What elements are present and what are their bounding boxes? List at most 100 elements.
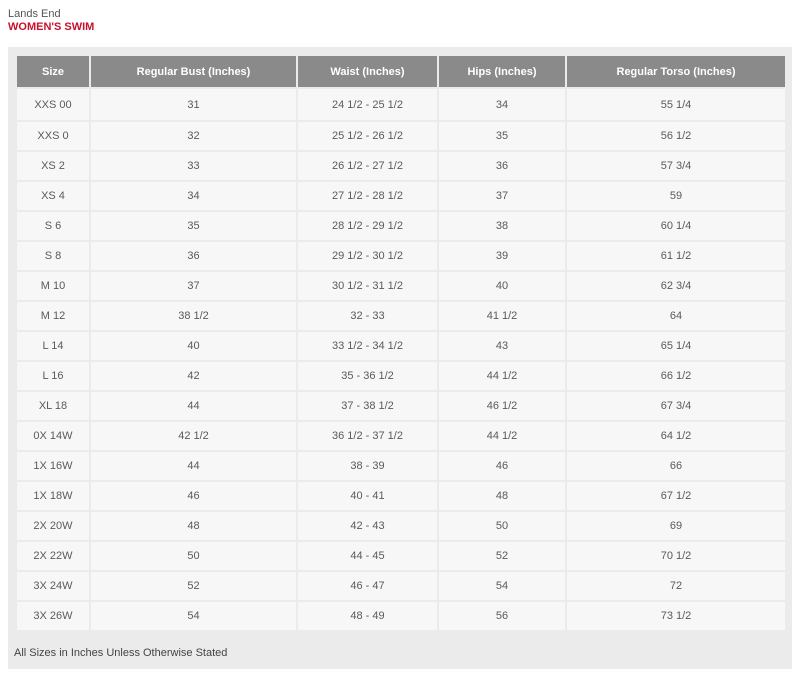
column-header: Waist (Inches): [298, 56, 437, 89]
table-row: 3X 24W 52 46 - 47 54 72: [17, 572, 785, 602]
table-cell: 38 - 39: [298, 452, 437, 482]
table-cell: 67 3/4: [567, 392, 785, 422]
table-cell: 24 1/2 - 25 1/2: [298, 89, 437, 122]
table-cell: 38: [439, 212, 565, 242]
table-cell: 29 1/2 - 30 1/2: [298, 242, 437, 272]
table-cell: 33: [91, 152, 296, 182]
table-cell: XL 18: [17, 392, 89, 422]
table-cell: 46 - 47: [298, 572, 437, 602]
table-cell: 27 1/2 - 28 1/2: [298, 182, 437, 212]
table-row: XL 18 44 37 - 38 1/2 46 1/2 67 3/4: [17, 392, 785, 422]
table-cell: 57 3/4: [567, 152, 785, 182]
table-cell: 38 1/2: [91, 302, 296, 332]
size-chart-panel: Size Regular Bust (Inches) Waist (Inches) H…: [8, 47, 792, 669]
brand-name: Lands End: [8, 8, 61, 20]
table-cell: 50: [91, 542, 296, 572]
table-cell: 73 1/2: [567, 602, 785, 632]
column-header: Regular Torso (Inches): [567, 56, 785, 89]
table-cell: L 14: [17, 332, 89, 362]
table-cell: 62 3/4: [567, 272, 785, 302]
table-cell: 30 1/2 - 31 1/2: [298, 272, 437, 302]
table-cell: 40: [91, 332, 296, 362]
table-cell: 2X 20W: [17, 512, 89, 542]
table-cell: 46 1/2: [439, 392, 565, 422]
table-cell: 44 - 45: [298, 542, 437, 572]
table-cell: 25 1/2 - 26 1/2: [298, 122, 437, 152]
table-cell: 3X 24W: [17, 572, 89, 602]
table-cell: 60 1/4: [567, 212, 785, 242]
table-row: L 14 40 33 1/2 - 34 1/2 43 65 1/4: [17, 332, 785, 362]
table-cell: M 12: [17, 302, 89, 332]
table-cell: 1X 16W: [17, 452, 89, 482]
table-row: M 12 38 1/2 32 - 33 41 1/2 64: [17, 302, 785, 332]
table-cell: XXS 00: [17, 89, 89, 122]
table-cell: 69: [567, 512, 785, 542]
table-row: 2X 22W 50 44 - 45 52 70 1/2: [17, 542, 785, 572]
table-cell: 36: [91, 242, 296, 272]
table-cell: 3X 26W: [17, 602, 89, 632]
table-row: XS 4 34 27 1/2 - 28 1/2 37 59: [17, 182, 785, 212]
table-cell: 44: [91, 392, 296, 422]
table-cell: 26 1/2 - 27 1/2: [298, 152, 437, 182]
table-header-row: Size Regular Bust (Inches) Waist (Inches) H…: [17, 56, 785, 89]
table-cell: 33 1/2 - 34 1/2: [298, 332, 437, 362]
table-cell: 64 1/2: [567, 422, 785, 452]
table-cell: 36 1/2 - 37 1/2: [298, 422, 437, 452]
table-cell: 46: [91, 482, 296, 512]
table-cell: 66 1/2: [567, 362, 785, 392]
table-cell: 35: [439, 122, 565, 152]
table-cell: 37 - 38 1/2: [298, 392, 437, 422]
table-cell: 37: [91, 272, 296, 302]
size-chart-table: Size Regular Bust (Inches) Waist (Inches) H…: [15, 56, 787, 632]
table-cell: M 10: [17, 272, 89, 302]
table-cell: 70 1/2: [567, 542, 785, 572]
table-cell: 1X 18W: [17, 482, 89, 512]
table-cell: 0X 14W: [17, 422, 89, 452]
table-cell: 48: [91, 512, 296, 542]
table-cell: 42 - 43: [298, 512, 437, 542]
table-cell: 54: [439, 572, 565, 602]
table-cell: 43: [439, 332, 565, 362]
table-row: L 16 42 35 - 36 1/2 44 1/2 66 1/2: [17, 362, 785, 392]
table-cell: 35: [91, 212, 296, 242]
table-cell: 32 - 33: [298, 302, 437, 332]
table-cell: L 16: [17, 362, 89, 392]
table-cell: 31: [91, 89, 296, 122]
table-cell: 56 1/2: [567, 122, 785, 152]
table-row: 2X 20W 48 42 - 43 50 69: [17, 512, 785, 542]
footnote: All Sizes in Inches Unless Otherwise Sta…: [14, 647, 228, 659]
table-cell: 42: [91, 362, 296, 392]
column-header: Hips (Inches): [439, 56, 565, 89]
table-cell: 61 1/2: [567, 242, 785, 272]
table-cell: 34: [439, 89, 565, 122]
table-cell: 50: [439, 512, 565, 542]
table-cell: 44 1/2: [439, 422, 565, 452]
table-cell: 41 1/2: [439, 302, 565, 332]
table-cell: 39: [439, 242, 565, 272]
table-cell: 46: [439, 452, 565, 482]
table-row: XXS 00 31 24 1/2 - 25 1/2 34 55 1/4: [17, 89, 785, 122]
table-cell: XXS 0: [17, 122, 89, 152]
table-cell: 65 1/4: [567, 332, 785, 362]
table-cell: S 8: [17, 242, 89, 272]
table-row: XS 2 33 26 1/2 - 27 1/2 36 57 3/4: [17, 152, 785, 182]
table-cell: 37: [439, 182, 565, 212]
table-row: XXS 0 32 25 1/2 - 26 1/2 35 56 1/2: [17, 122, 785, 152]
table-row: 1X 16W 44 38 - 39 46 66: [17, 452, 785, 482]
table-row: 1X 18W 46 40 - 41 48 67 1/2: [17, 482, 785, 512]
table-cell: 36: [439, 152, 565, 182]
table-cell: 35 - 36 1/2: [298, 362, 437, 392]
table-cell: S 6: [17, 212, 89, 242]
table-cell: 2X 22W: [17, 542, 89, 572]
table-body: XXS 00 31 24 1/2 - 25 1/2 34 55 1/4 XXS 0 32 25…: [17, 89, 785, 632]
table-cell: 40 - 41: [298, 482, 437, 512]
table-cell: 66: [567, 452, 785, 482]
page-title: WOMEN'S SWIM: [8, 21, 95, 33]
table-cell: 48: [439, 482, 565, 512]
table-cell: 52: [439, 542, 565, 572]
table-cell: 67 1/2: [567, 482, 785, 512]
table-row: 3X 26W 54 48 - 49 56 73 1/2: [17, 602, 785, 632]
table-row: S 6 35 28 1/2 - 29 1/2 38 60 1/4: [17, 212, 785, 242]
table-cell: 32: [91, 122, 296, 152]
table-cell: 52: [91, 572, 296, 602]
